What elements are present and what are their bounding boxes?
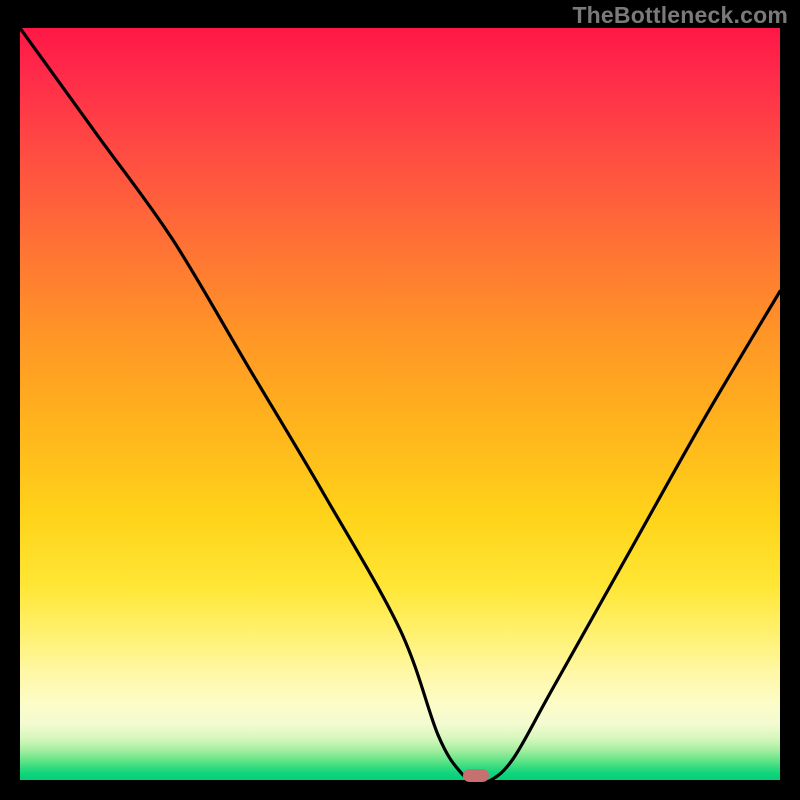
optimum-marker [463,769,489,782]
bottleneck-curve [20,28,780,780]
watermark-text: TheBottleneck.com [572,2,788,29]
chart-container: TheBottleneck.com [0,0,800,800]
plot-area [20,28,780,780]
